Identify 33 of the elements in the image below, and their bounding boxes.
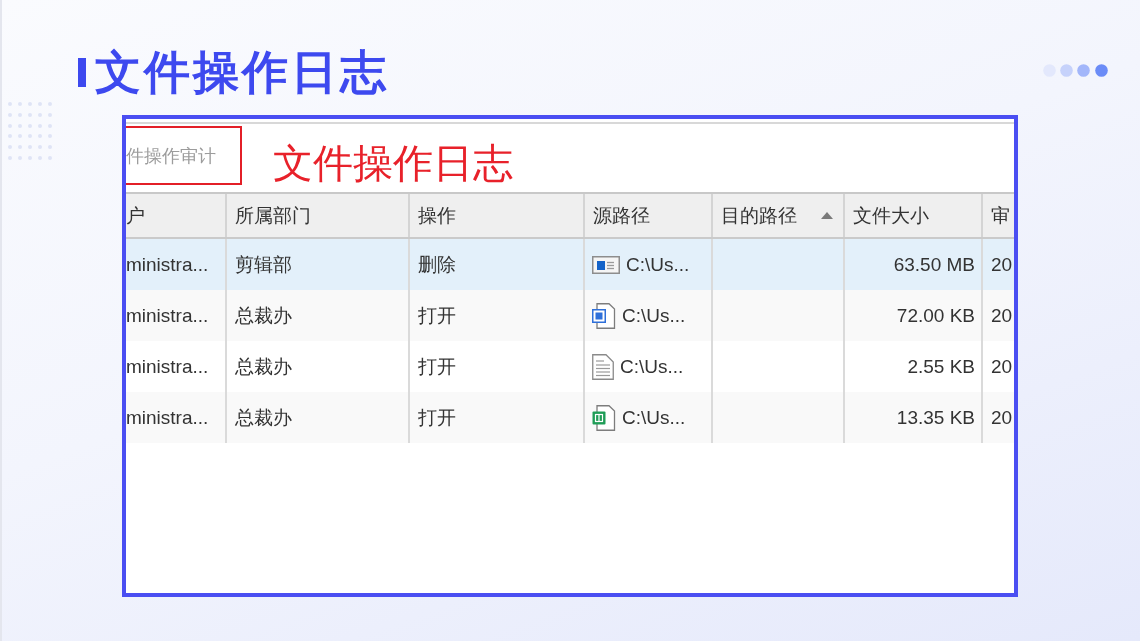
file-path-text: C:\Us... (622, 406, 686, 429)
table-row[interactable]: ministra... 剪辑部 删除 C:\Us... 63.50 MB 20 (126, 239, 1014, 290)
dots-decoration-icon (1043, 64, 1109, 77)
table-row[interactable]: ministra... 总裁办 打开 C:\Us... 72.00 KB 20 (126, 290, 1014, 341)
page-title: 文件操作日志 (95, 45, 389, 100)
file-path-text: C:\Us... (622, 304, 686, 327)
table-cell: 13.35 KB (845, 392, 983, 443)
table-cell: ministra... (126, 392, 227, 443)
column-header[interactable]: 所属部门 (227, 194, 410, 237)
table-cell-text: 20 (990, 252, 1014, 277)
annotation-label: 文件操作日志 (273, 140, 513, 187)
table-cell-text: 20 (990, 354, 1014, 379)
table-cell-text: 20 (990, 303, 1014, 328)
table-cell: 总裁办 (227, 392, 410, 443)
column-header[interactable]: 户 (126, 194, 227, 237)
sort-up-icon (821, 212, 833, 219)
table-cell: 打开 (410, 392, 585, 443)
window-icon (592, 254, 620, 275)
column-header[interactable]: 审 (983, 194, 1014, 237)
accent-bar-icon (78, 57, 86, 87)
column-header[interactable]: 操作 (410, 194, 585, 237)
table-row[interactable]: ministra... 总裁办 打开 C:\Us... 2.55 KB 20 (126, 341, 1014, 392)
document-icon (592, 302, 616, 329)
table-cell-text: 20 (990, 405, 1014, 430)
column-header[interactable]: 文件大小 (845, 194, 983, 237)
dot-grid-icon (8, 102, 52, 160)
file-path-text: C:\Us... (626, 253, 690, 276)
column-header[interactable]: 源路径 (585, 194, 713, 237)
text-file-icon (592, 353, 614, 380)
spreadsheet-icon (592, 404, 616, 431)
table-row[interactable]: ministra... 总裁办 打开 C:\Us... 13.35 KB 20 (126, 392, 1014, 443)
column-header[interactable]: 目的路径 (713, 194, 845, 237)
file-path-text: C:\Us... (620, 355, 684, 378)
